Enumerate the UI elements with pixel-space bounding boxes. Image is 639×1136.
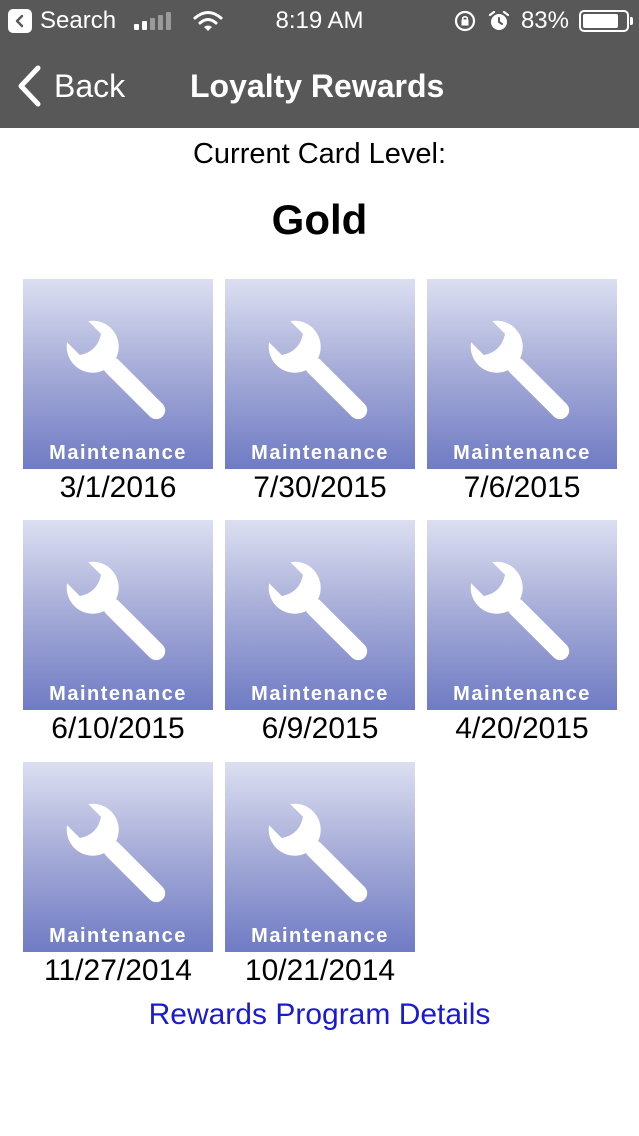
reward-date: 7/30/2015 xyxy=(253,471,387,504)
reward-date: 7/6/2015 xyxy=(463,471,581,504)
reward-image[interactable]: Maintenance xyxy=(225,762,415,952)
reward-image[interactable]: Maintenance xyxy=(23,520,213,710)
reward-caption: Maintenance xyxy=(251,442,389,464)
battery-icon xyxy=(579,10,633,32)
reward-date: 6/9/2015 xyxy=(261,712,379,745)
reward-image[interactable]: Maintenance xyxy=(23,762,213,952)
wrench-icon xyxy=(66,320,166,420)
chevron-left-icon xyxy=(18,65,41,107)
alarm-icon xyxy=(488,10,510,30)
wrench-icon xyxy=(268,320,368,420)
back-button[interactable]: Back xyxy=(16,64,125,108)
reward-tile[interactable]: Maintenance 11/27/2014 xyxy=(23,762,213,988)
reward-tile[interactable]: Maintenance 7/6/2015 xyxy=(427,279,617,505)
page-title: Loyalty Rewards xyxy=(190,68,445,104)
reward-image[interactable]: Maintenance xyxy=(225,279,415,469)
rewards-program-details-link[interactable]: Rewards Program Details xyxy=(0,998,639,1032)
reward-image[interactable]: Maintenance xyxy=(225,520,415,710)
wrench-icon xyxy=(268,803,368,903)
reward-caption: Maintenance xyxy=(49,442,187,464)
reward-date: 3/1/2016 xyxy=(59,471,177,504)
wrench-icon xyxy=(470,561,570,661)
reward-tile[interactable]: Maintenance 10/21/2014 xyxy=(225,762,415,988)
reward-image[interactable]: Maintenance xyxy=(427,520,617,710)
reward-caption: Maintenance xyxy=(49,683,187,705)
status-right: 83% xyxy=(453,7,633,35)
reward-caption: Maintenance xyxy=(251,925,389,947)
card-level-value: Gold xyxy=(271,196,368,243)
back-button-label: Back xyxy=(54,67,126,104)
reward-caption: Maintenance xyxy=(453,683,591,705)
reward-tile[interactable]: Maintenance 7/30/2015 xyxy=(225,279,415,505)
reward-date: 6/10/2015 xyxy=(51,712,185,745)
status-bar: Search 8:19 AM 83% xyxy=(0,0,639,44)
battery-percent: 83% xyxy=(520,7,569,34)
wrench-icon xyxy=(268,561,368,661)
wrench-icon xyxy=(66,803,166,903)
wrench-icon xyxy=(66,561,166,661)
reward-tile[interactable]: Maintenance 4/20/2015 xyxy=(427,520,617,746)
navigation-bar: Back Loyalty Rewards xyxy=(0,44,639,128)
reward-date: 11/27/2014 xyxy=(44,954,192,987)
reward-caption: Maintenance xyxy=(251,683,389,705)
reward-date: 4/20/2015 xyxy=(455,712,589,745)
wrench-icon xyxy=(470,320,570,420)
reward-caption: Maintenance xyxy=(453,442,591,464)
reward-image[interactable]: Maintenance xyxy=(23,279,213,469)
rotation-lock-icon xyxy=(454,10,476,32)
reward-date: 10/21/2014 xyxy=(244,954,396,987)
reward-tile[interactable]: Maintenance 3/1/2016 xyxy=(23,279,213,505)
reward-image[interactable]: Maintenance xyxy=(427,279,617,469)
reward-tile[interactable]: Maintenance 6/10/2015 xyxy=(23,520,213,746)
reward-caption: Maintenance xyxy=(49,925,187,947)
reward-tile[interactable]: Maintenance 6/9/2015 xyxy=(225,520,415,746)
card-level-label: Current Card Level: xyxy=(192,138,447,170)
battery-fill xyxy=(583,14,618,28)
